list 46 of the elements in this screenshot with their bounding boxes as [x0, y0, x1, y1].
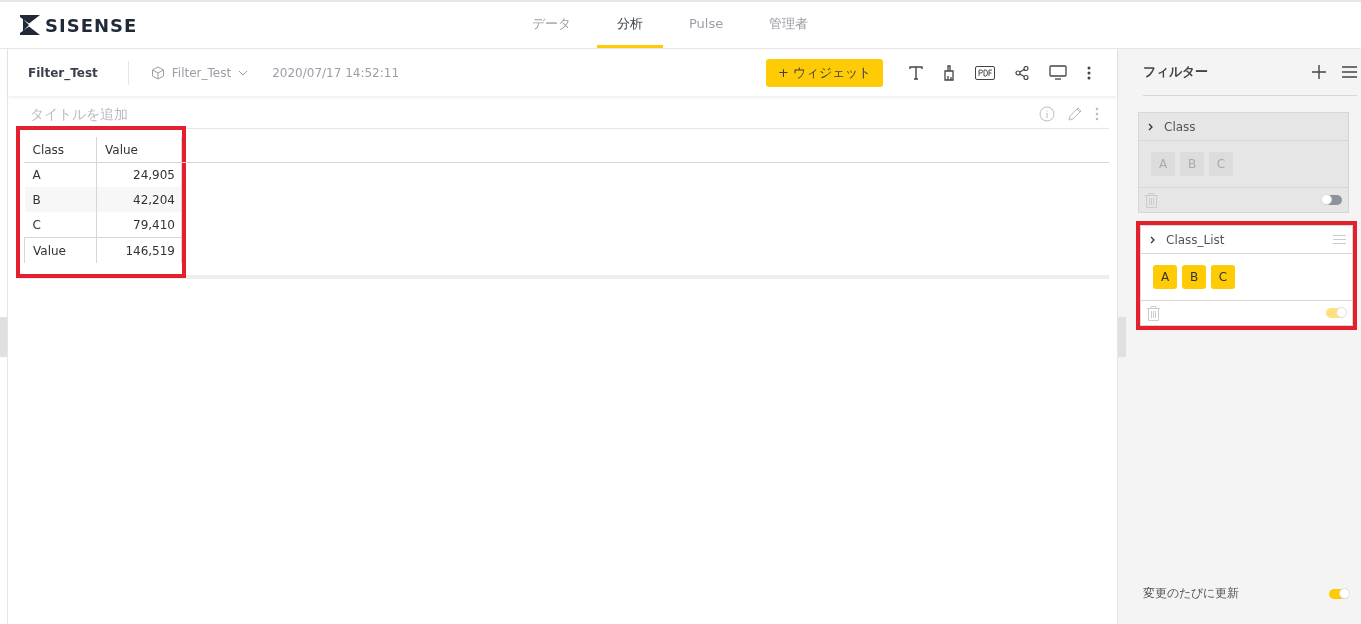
more-icon[interactable] [1087, 65, 1091, 80]
share-icon[interactable] [1015, 65, 1029, 80]
chevron-icon [238, 69, 249, 76]
collapse-handle[interactable] [0, 316, 7, 357]
collapse-handle[interactable] [1118, 316, 1126, 357]
table-cell: C [24, 212, 97, 238]
auto-update-label: 変更のたびに更新 [1143, 585, 1239, 602]
text-icon[interactable] [909, 65, 923, 80]
table-cell: B [24, 187, 97, 212]
add-icon[interactable] [1312, 65, 1326, 79]
logo-icon [20, 15, 42, 35]
trash-icon[interactable] [1147, 305, 1160, 321]
brush-icon[interactable] [943, 64, 955, 81]
chevron-icon[interactable] [1150, 235, 1155, 244]
dashboard-title: Filter_Test [28, 65, 98, 80]
member-chip[interactable]: A [1153, 265, 1177, 289]
total-cell: Value [24, 237, 97, 263]
filter-panel-title: フィルター [1143, 63, 1209, 81]
cube-icon [150, 65, 165, 80]
chevron-icon[interactable] [1148, 122, 1153, 131]
widget-title-field[interactable]: タイトルを追加 [16, 105, 330, 122]
nav-tab[interactable]: データ [512, 2, 591, 48]
filter-name: Class_List [1166, 232, 1226, 247]
toggle-switch[interactable] [1326, 308, 1346, 318]
add-widget-button[interactable]: + ウィジェット [765, 58, 883, 87]
pdf-icon[interactable] [975, 65, 995, 80]
member-chip[interactable]: B [1182, 265, 1206, 289]
filter-name: Class [1164, 119, 1197, 134]
column-header: Class [24, 137, 97, 162]
member-chip[interactable]: C [1211, 265, 1235, 289]
timestamp: 2020/07/17 14:52:11 [272, 65, 400, 80]
edit-icon[interactable] [1067, 105, 1083, 122]
info-icon[interactable] [1039, 105, 1055, 122]
menu-icon[interactable] [1342, 66, 1357, 78]
brand-name: SISENSE [45, 14, 138, 36]
column-header: Value [96, 137, 182, 162]
drag-handle-icon[interactable] [1333, 235, 1346, 244]
table-cell: 42,204 [96, 187, 182, 212]
nav-tab[interactable]: Pulse [669, 2, 744, 48]
monitor-icon[interactable] [1049, 65, 1067, 80]
datasource-dropdown[interactable]: Filter_Test [150, 65, 249, 80]
total-cell: 146,519 [96, 237, 182, 263]
table-cell: 79,410 [96, 212, 182, 238]
nav-tab[interactable]: 管理者 [749, 2, 829, 48]
toggle-switch[interactable] [1322, 195, 1342, 205]
toggle-switch[interactable] [1329, 588, 1349, 599]
